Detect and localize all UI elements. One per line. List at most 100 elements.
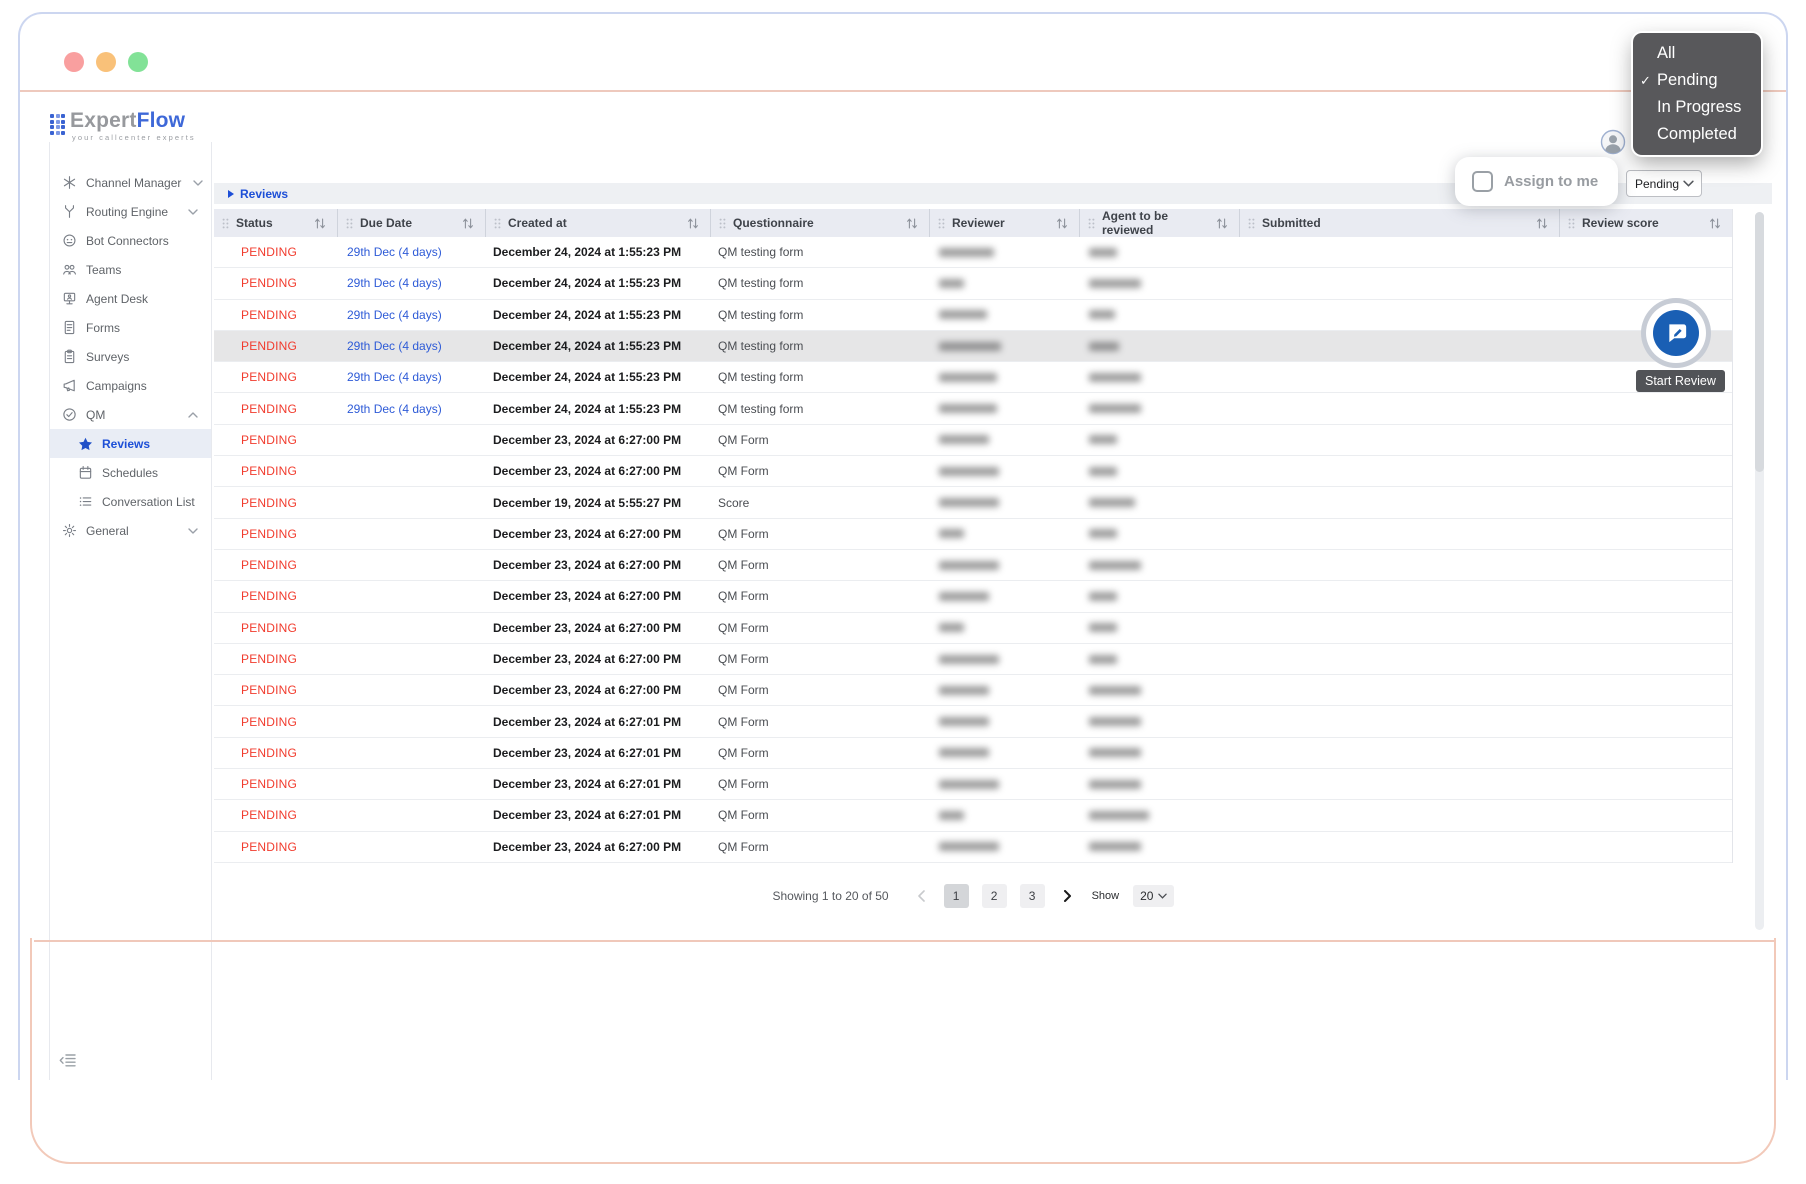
reviewer-cell <box>929 362 1079 392</box>
chevron-down-icon <box>185 527 201 534</box>
due-date-link[interactable]: 29th Dec (4 days) <box>347 402 442 416</box>
drag-handle-icon[interactable] <box>938 218 945 229</box>
close-window-button[interactable] <box>64 52 84 72</box>
table-row[interactable]: PENDING December 23, 2024 at 6:27:00 PM QM… <box>214 456 1732 488</box>
sidebar-item-schedules[interactable]: Schedules <box>50 458 211 487</box>
due-date-link[interactable]: 29th Dec (4 days) <box>347 339 442 353</box>
table-row[interactable]: PENDING December 23, 2024 at 6:27:00 PM QM… <box>214 549 1732 582</box>
table-row[interactable]: PENDING December 23, 2024 at 6:27:01 PM QM… <box>214 800 1732 832</box>
drag-handle-icon[interactable] <box>1088 218 1095 229</box>
submitted-cell <box>1239 425 1559 455</box>
sidebar-item-campaigns[interactable]: Campaigns <box>50 371 211 400</box>
column-header-reviewer[interactable]: Reviewer <box>929 209 1079 237</box>
page-button-1[interactable]: 1 <box>943 884 969 908</box>
drag-handle-icon[interactable] <box>222 218 229 229</box>
table-row[interactable]: PENDING December 23, 2024 at 6:27:00 PM QM… <box>214 643 1732 676</box>
start-review-button[interactable] <box>1641 298 1711 368</box>
questionnaire-cell: Score <box>718 495 750 510</box>
table-row[interactable]: PENDING December 23, 2024 at 6:27:00 PM QM… <box>214 675 1732 707</box>
reviewer-cell <box>929 550 1079 580</box>
created-at-cell: December 23, 2024 at 6:27:00 PM <box>493 589 682 604</box>
page-size-select[interactable]: 20 <box>1133 885 1175 907</box>
assign-to-me-checkbox[interactable] <box>1472 171 1493 192</box>
sidebar-item-agent-desk[interactable]: Agent Desk <box>50 284 211 313</box>
next-page-icon[interactable] <box>1059 890 1076 902</box>
sidebar-item-reviews[interactable]: Reviews <box>50 429 211 458</box>
table-row[interactable]: PENDING December 19, 2024 at 5:55:27 PM Sc… <box>214 487 1732 519</box>
sort-icon[interactable] <box>1708 217 1722 230</box>
sidebar-item-surveys[interactable]: Surveys <box>50 342 211 371</box>
table-row[interactable]: PENDING December 23, 2024 at 6:27:01 PM QM… <box>214 769 1732 801</box>
redacted-text <box>939 591 989 601</box>
page-button-3[interactable]: 3 <box>1019 884 1045 908</box>
collapse-sidebar-icon[interactable] <box>59 1053 76 1068</box>
filter-option-in-progress[interactable]: In Progress <box>1633 94 1761 121</box>
table-row[interactable]: PENDING December 23, 2024 at 6:27:00 PM QM… <box>214 518 1732 550</box>
submitted-cell <box>1239 456 1559 486</box>
sort-icon[interactable] <box>313 217 327 230</box>
sidebar-item-channel-manager[interactable]: Channel Manager <box>50 168 211 197</box>
sort-icon[interactable] <box>905 217 919 230</box>
sort-icon[interactable] <box>1215 217 1229 230</box>
status-filter-select[interactable]: Pending <box>1626 170 1702 197</box>
column-header-submitted[interactable]: Submitted <box>1239 209 1559 237</box>
table-row[interactable]: PENDING December 23, 2024 at 6:27:00 PM QM… <box>214 612 1732 644</box>
sidebar-item-routing-engine[interactable]: Routing Engine <box>50 197 211 226</box>
drag-handle-icon[interactable] <box>1248 218 1255 229</box>
sort-icon[interactable] <box>686 217 700 230</box>
sort-icon[interactable] <box>461 217 475 230</box>
filter-option-completed[interactable]: Completed <box>1633 121 1761 148</box>
content-bottom-divider <box>34 940 1776 942</box>
previous-page-icon[interactable] <box>913 890 930 902</box>
sort-icon[interactable] <box>1535 217 1549 230</box>
table-row[interactable]: PENDING 29th Dec (4 days) December 24, 202… <box>214 362 1732 394</box>
reviewer-cell <box>929 237 1079 267</box>
redacted-text <box>1089 372 1141 382</box>
table-row[interactable]: PENDING 29th Dec (4 days) December 24, 202… <box>214 299 1732 331</box>
table-row[interactable]: PENDING December 23, 2024 at 6:27:00 PM QM… <box>214 831 1732 863</box>
due-date-link[interactable]: 29th Dec (4 days) <box>347 370 442 384</box>
due-date-link[interactable]: 29th Dec (4 days) <box>347 245 442 259</box>
table-row[interactable]: PENDING December 23, 2024 at 6:27:00 PM QM… <box>214 581 1732 613</box>
drag-handle-icon[interactable] <box>719 218 726 229</box>
sidebar-item-general[interactable]: General <box>50 516 211 545</box>
sidebar-item-bot-connectors[interactable]: Bot Connectors <box>50 226 211 255</box>
scrollbar-thumb[interactable] <box>1755 212 1764 472</box>
chevron-down-icon <box>1683 180 1694 187</box>
drag-handle-icon[interactable] <box>1568 218 1575 229</box>
page-button-2[interactable]: 2 <box>981 884 1007 908</box>
column-header-agent-to-be-reviewed[interactable]: Agent to be reviewed <box>1079 209 1239 237</box>
sidebar-item-conversation-list[interactable]: Conversation List <box>50 487 211 516</box>
table-row[interactable]: PENDING 29th Dec (4 days) December 24, 202… <box>214 330 1732 363</box>
table-row[interactable]: PENDING December 23, 2024 at 6:27:00 PM QM… <box>214 424 1732 457</box>
zoom-window-button[interactable] <box>128 52 148 72</box>
sort-icon[interactable] <box>1055 217 1069 230</box>
drag-handle-icon[interactable] <box>346 218 353 229</box>
status-cell: PENDING <box>241 745 298 760</box>
column-header-created-at[interactable]: Created at <box>485 209 710 237</box>
column-header-status[interactable]: Status <box>214 209 337 237</box>
drag-handle-icon[interactable] <box>494 218 501 229</box>
filter-option-pending[interactable]: ✓ Pending <box>1633 67 1761 94</box>
list-icon <box>77 494 93 509</box>
table-row[interactable]: PENDING December 23, 2024 at 6:27:01 PM QM… <box>214 706 1732 738</box>
table-row[interactable]: PENDING December 23, 2024 at 6:27:01 PM QM… <box>214 737 1732 770</box>
column-header-review-score[interactable]: Review score <box>1559 209 1732 237</box>
sidebar-item-teams[interactable]: Teams <box>50 255 211 284</box>
column-header-due-date[interactable]: Due Date <box>337 209 485 237</box>
filter-option-all[interactable]: All <box>1633 40 1761 67</box>
column-header-questionnaire[interactable]: Questionnaire <box>710 209 929 237</box>
sidebar-item-label: Conversation List <box>102 494 195 509</box>
teams-icon <box>61 262 77 277</box>
sidebar-item-qm[interactable]: QM <box>50 400 211 429</box>
sidebar-item-forms[interactable]: Forms <box>50 313 211 342</box>
assign-to-me-popover: Assign to me <box>1455 157 1618 206</box>
table-row[interactable]: PENDING 29th Dec (4 days) December 24, 202… <box>214 393 1732 425</box>
table-row[interactable]: PENDING 29th Dec (4 days) December 24, 202… <box>214 237 1732 269</box>
table-row[interactable]: PENDING 29th Dec (4 days) December 24, 202… <box>214 268 1732 300</box>
minimize-window-button[interactable] <box>96 52 116 72</box>
status-cell: PENDING <box>241 464 298 479</box>
due-date-link[interactable]: 29th Dec (4 days) <box>347 308 442 322</box>
due-date-link[interactable]: 29th Dec (4 days) <box>347 276 442 290</box>
agent-cell <box>1079 268 1239 298</box>
